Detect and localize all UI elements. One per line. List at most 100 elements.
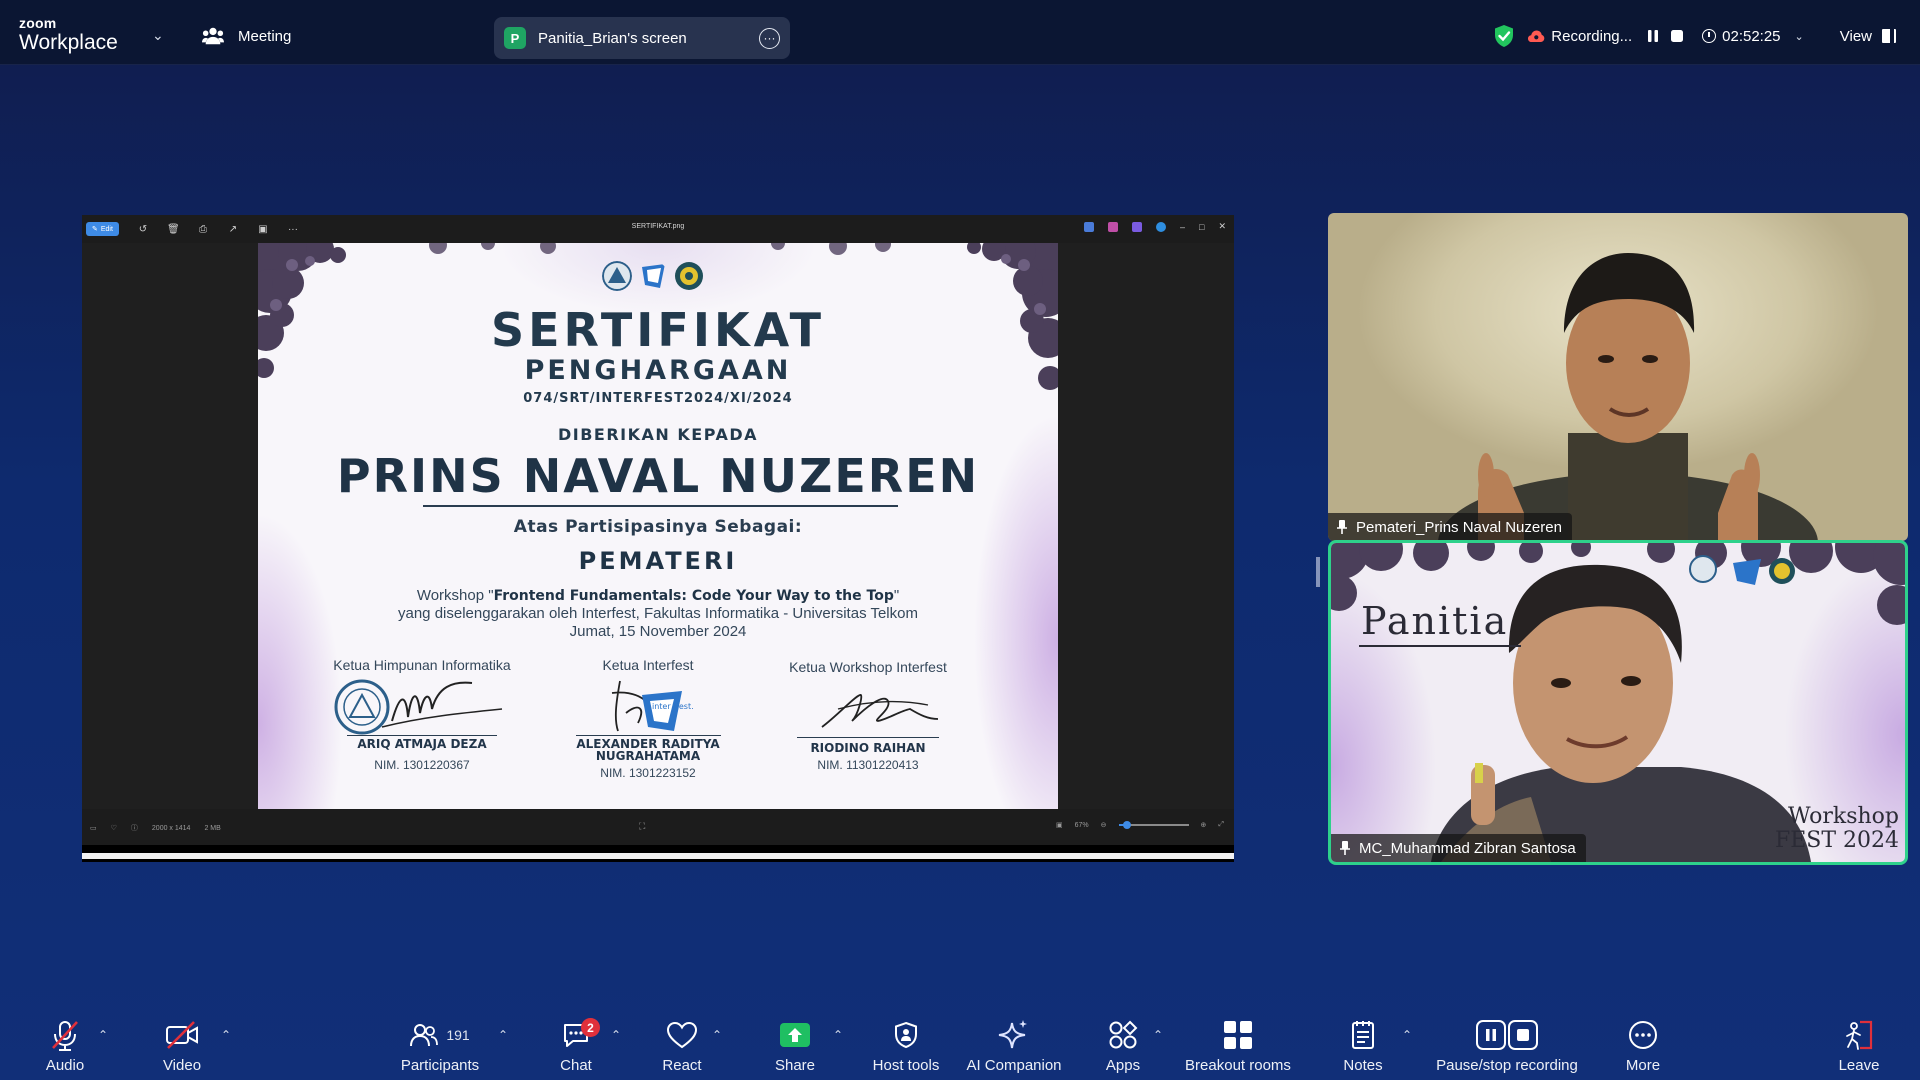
host-tools-button[interactable]: Host tools (868, 1016, 944, 1074)
delete-icon[interactable]: 🗑 (167, 224, 180, 235)
timer-value: 02:52:25 (1722, 27, 1781, 45)
leave-icon (1846, 1020, 1873, 1050)
photos-status-bar: ▭ ♡ ⓘ 2000 x 1414 2 MB ⛶ ▣ 67% ⊖ ⊕ ⤢ (82, 809, 1234, 845)
fullscreen-icon[interactable]: ⤢ (1218, 821, 1224, 829)
zoom-workplace-logo[interactable]: zoom Workplace (19, 16, 118, 53)
edit-button[interactable]: ✎ Edit (86, 222, 119, 236)
presenter-avatar: P (504, 27, 526, 49)
apps-button[interactable]: Apps (1100, 1016, 1146, 1074)
pause-stop-recording-icon (1476, 1020, 1538, 1050)
video-button[interactable]: Video (156, 1016, 208, 1074)
zoom-out-icon[interactable]: ⊖ (1101, 821, 1107, 829)
chevron-down-icon[interactable]: ⌄ (152, 27, 164, 44)
workshop-suffix: " (893, 587, 900, 604)
leave-button[interactable]: Leave (1836, 1016, 1882, 1074)
minimize-icon[interactable]: – (1180, 222, 1185, 232)
file-name: SERTIFIKAT.png (631, 223, 685, 230)
participants-label: Participants (400, 1057, 480, 1074)
notes-button[interactable]: Notes (1340, 1016, 1386, 1074)
background-footer-line-2: FEST 2024 (1774, 828, 1899, 853)
more-options-icon[interactable]: ··· (759, 27, 780, 49)
signatory-name: ALEXANDER RADITYA NUGRAHATAMA (576, 737, 720, 763)
meeting-timer[interactable]: 02:52:25 ⌄ (1702, 28, 1804, 45)
pause-recording-button[interactable] (1646, 29, 1660, 43)
shared-screen-indicator[interactable]: P Panitia_Brian's screen ··· (494, 17, 790, 59)
fit-to-window-icon[interactable]: ⛶ (639, 821, 645, 832)
view-button[interactable]: View (1840, 28, 1896, 45)
recording-status: Recording... (1551, 27, 1633, 45)
print-icon[interactable]: ⎙ (197, 224, 209, 235)
interfest-stamp: inter -fest. (611, 680, 694, 732)
certificate-role: PEMATERI (578, 547, 738, 575)
microphone-muted-icon (52, 1021, 78, 1051)
clock-icon (1702, 29, 1717, 43)
signatory-nim: NIM. 1301223152 (600, 766, 696, 780)
audio-options-caret[interactable]: ⌃ (98, 1028, 108, 1042)
clipchamp-app-icon[interactable] (1108, 221, 1118, 232)
scroll-bar[interactable] (82, 853, 1234, 859)
background-title-rule (1359, 645, 1521, 647)
security-shield-icon[interactable] (1493, 24, 1515, 48)
participant-name: MC_Muhammad Zibran Santosa (1359, 839, 1576, 857)
paint-app-icon[interactable] (1132, 221, 1142, 232)
react-options-caret[interactable]: ⌃ (712, 1028, 722, 1042)
chat-options-caret[interactable]: ⌃ (611, 1028, 621, 1042)
info-icon[interactable]: ⓘ (131, 823, 138, 833)
notes-options-caret[interactable]: ⌃ (1402, 1028, 1412, 1042)
pause-stop-recording-button[interactable]: Pause/stop recording (1432, 1016, 1582, 1074)
share-screen-button[interactable]: Share (770, 1016, 820, 1074)
more-icon[interactable]: ··· (287, 224, 299, 235)
maximize-icon[interactable]: □ (1199, 222, 1204, 232)
video-label: Video (162, 1057, 202, 1074)
chat-button[interactable]: 2 Chat (556, 1016, 600, 1074)
notes-label: Notes (1343, 1057, 1383, 1074)
apps-icon (1109, 1020, 1138, 1049)
signatory-3: Ketua Workshop Interfest RIODINO RAIHAN … (788, 659, 948, 772)
zoom-level[interactable]: 67% (1075, 822, 1089, 829)
share-icon[interactable]: ↗ (227, 224, 239, 235)
apps-label: Apps (1105, 1057, 1141, 1074)
video-options-caret[interactable]: ⌃ (221, 1028, 231, 1042)
zoom-slider[interactable] (1118, 821, 1189, 829)
heart-icon (666, 1021, 698, 1049)
panel-resize-handle[interactable] (1316, 557, 1320, 587)
participants-button[interactable]: 191 Participants (398, 1016, 482, 1074)
audio-button[interactable]: Audio (40, 1016, 90, 1074)
stop-recording-button[interactable] (1670, 29, 1684, 43)
slideshow-icon[interactable]: ▣ (257, 224, 269, 235)
react-label: React (662, 1057, 702, 1074)
share-options-caret[interactable]: ⌃ (833, 1028, 843, 1042)
filmstrip-icon[interactable]: ▭ (90, 824, 97, 832)
pin-icon (1340, 841, 1350, 855)
apps-options-caret[interactable]: ⌃ (1153, 1028, 1163, 1042)
rotate-icon[interactable]: ↺ (137, 224, 149, 235)
onedrive-icon[interactable] (1156, 221, 1166, 232)
certificate-number: 074/SRT/INTERFEST2024/XI/2024 (523, 391, 793, 406)
react-button[interactable]: React (660, 1016, 704, 1074)
workshop-prefix: Workshop " (416, 587, 494, 604)
participants-count: 191 (446, 1027, 470, 1043)
participant-video-2[interactable]: Panitia Workshop FEST 2024 MC_Muhammad Z… (1328, 540, 1908, 865)
participant-name-tag: MC_Muhammad Zibran Santosa (1331, 834, 1586, 862)
shared-screen-taskbar (82, 845, 1234, 862)
zoom-in-icon[interactable]: ⊕ (1201, 821, 1207, 829)
meeting-info-button[interactable]: Meeting (202, 26, 291, 46)
ai-companion-button[interactable]: AI Companion (964, 1016, 1064, 1074)
breakout-rooms-button[interactable]: Breakout rooms (1180, 1016, 1296, 1074)
zoom-slider-thumb[interactable] (1122, 821, 1131, 829)
image-file-size: 2 MB (204, 824, 221, 832)
designer-app-icon[interactable] (1084, 221, 1094, 232)
workshop-line: Workshop "Frontend Fundamentals: Code Yo… (258, 587, 1058, 605)
window-controls: – □ ✕ (1084, 221, 1226, 232)
actual-size-icon[interactable]: ▣ (1056, 821, 1063, 829)
more-button[interactable]: More (1620, 1016, 1666, 1074)
audio-label: Audio (45, 1057, 85, 1074)
close-icon[interactable]: ✕ (1218, 221, 1226, 232)
certificate-given-to: DIBERIKAN KEPADA (557, 425, 758, 444)
favorite-icon[interactable]: ♡ (111, 824, 117, 832)
signature-line (797, 737, 939, 738)
participant-video-1[interactable]: Pemateri_Prins Naval Nuzeren (1328, 213, 1908, 541)
signature-2: inter -fest. (568, 673, 728, 735)
participants-options-caret[interactable]: ⌃ (498, 1028, 508, 1042)
meeting-status-area: Recording... 02:52:25 ⌄ View (1493, 22, 1896, 50)
